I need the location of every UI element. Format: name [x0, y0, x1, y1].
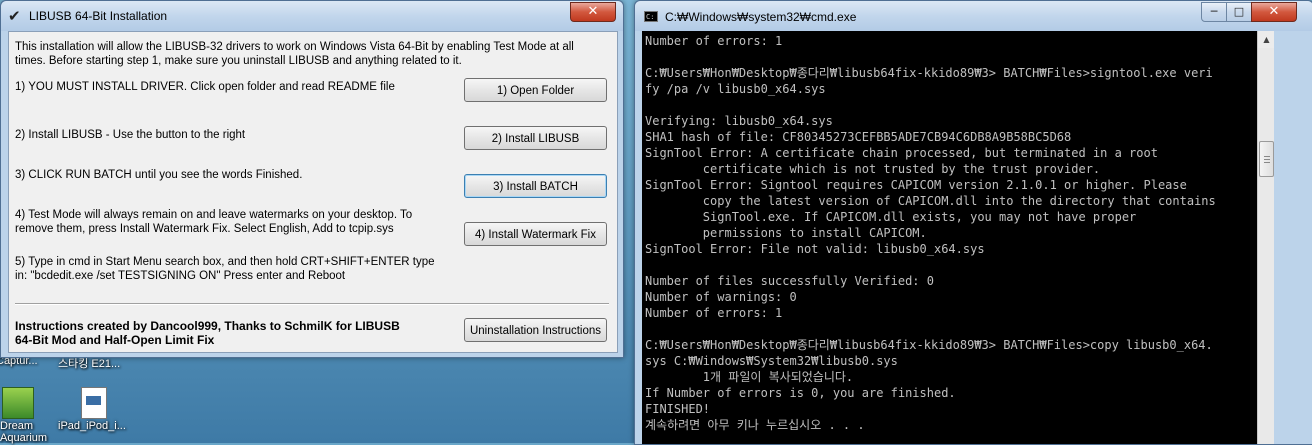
installer-titlebar[interactable]: ✔ LIBUSB 64-Bit Installation ✕ [1, 1, 623, 31]
console-line: SignTool Error: A certificate chain proc… [645, 146, 1158, 160]
console-line: C:₩Users₩Hon₩Desktop₩종다리₩libusb64fix-kki… [645, 338, 1213, 352]
console-line: Verifying: libusb0_x64.sys [645, 114, 833, 128]
console-line: SignTool.exe. If CAPICOM.dll exists, you… [645, 210, 1137, 224]
console-line: SHA1 hash of file: CF80345273CEFBB5ADE7C… [645, 130, 1072, 144]
console-line: SignTool Error: Signtool requires CAPICO… [645, 178, 1187, 192]
console-output[interactable]: Number of errors: 1 C:₩Users₩Hon₩Desktop₩… [642, 31, 1257, 444]
uninstallation-instructions-button[interactable]: Uninstallation Instructions [464, 318, 607, 342]
cmd-titlebar[interactable]: C: C:₩Windows₩system32₩cmd.exe ─ □ ✕ [635, 1, 1312, 31]
document-icon [81, 387, 107, 419]
console-line: certificate which is not trusted by the … [645, 162, 1101, 176]
window-frame [1274, 31, 1312, 444]
step-1-text: 1) YOU MUST INSTALL DRIVER. Click open f… [15, 81, 395, 93]
step-5-text: 5) Type in cmd in Start Menu search box,… [15, 256, 435, 282]
install-libusb-button[interactable]: 2) Install LIBUSB [464, 126, 607, 150]
divider [15, 303, 609, 305]
scrollbar-thumb[interactable] [1259, 141, 1274, 177]
console-line: sys C:₩Windows₩System32₩libusb0.sys [645, 354, 898, 368]
install-batch-button[interactable]: 3) Install BATCH [464, 174, 607, 198]
window-title: LIBUSB 64-Bit Installation [29, 9, 168, 23]
intro-text: This installation will allow the LIBUSB-… [15, 41, 574, 67]
console-line: Number of files successfully Verified: 0 [645, 274, 934, 288]
console-line: Number of errors: 1 [645, 34, 783, 48]
console-line: 계속하려면 아무 키나 누르십시오 . . . [645, 418, 865, 432]
installer-content: This installation will allow the LIBUSB-… [8, 31, 618, 353]
console-line: FINISHED! [645, 402, 711, 416]
step-2-text: 2) Install LIBUSB - Use the button to th… [15, 129, 246, 141]
open-folder-button[interactable]: 1) Open Folder [464, 78, 607, 102]
step-4-text: 4) Test Mode will always remain on and l… [15, 209, 413, 235]
console-line: fy /pa /v libusb0_x64.sys [645, 82, 826, 96]
console-line: Number of errors: 1 [645, 306, 783, 320]
step-3-text: 3) CLICK RUN BATCH until you see the wor… [15, 169, 303, 181]
app-icon [2, 387, 34, 419]
window-title: C:₩Windows₩system32₩cmd.exe [665, 10, 857, 24]
desktop-icon-label: iPad_iPod_i... [58, 420, 126, 432]
console-line: If Number of errors is 0, you are finish… [645, 386, 956, 400]
checkmark-icon: ✔ [8, 7, 21, 25]
credits-text: Instructions created by Dancool999, Than… [15, 319, 400, 347]
console-line: 1개 파일이 복사되었습니다. [645, 370, 854, 384]
scroll-up-arrow-icon[interactable]: ▲ [1258, 31, 1275, 48]
minimize-button[interactable]: ─ [1201, 2, 1227, 22]
cmd-window: C: C:₩Windows₩system32₩cmd.exe ─ □ ✕ Num… [634, 0, 1312, 445]
console-line: C:₩Users₩Hon₩Desktop₩종다리₩libusb64fix-kki… [645, 66, 1213, 80]
close-button[interactable]: ✕ [1251, 2, 1297, 22]
console-line: Number of warnings: 0 [645, 290, 797, 304]
vertical-scrollbar[interactable]: ▲ [1257, 31, 1275, 444]
close-button[interactable]: ✕ [570, 2, 616, 22]
install-watermark-fix-button[interactable]: 4) Install Watermark Fix [464, 222, 607, 246]
desktop-icon-label: Dream Aquarium [0, 420, 48, 444]
console-icon: C: [644, 11, 658, 22]
console-line: copy the latest version of CAPICOM.dll i… [645, 194, 1216, 208]
console-line: permissions to install CAPICOM. [645, 226, 927, 240]
maximize-button[interactable]: □ [1226, 2, 1252, 22]
installer-window: ✔ LIBUSB 64-Bit Installation ✕ This inst… [0, 0, 624, 358]
console-line: SignTool Error: File not valid: libusb0_… [645, 242, 985, 256]
